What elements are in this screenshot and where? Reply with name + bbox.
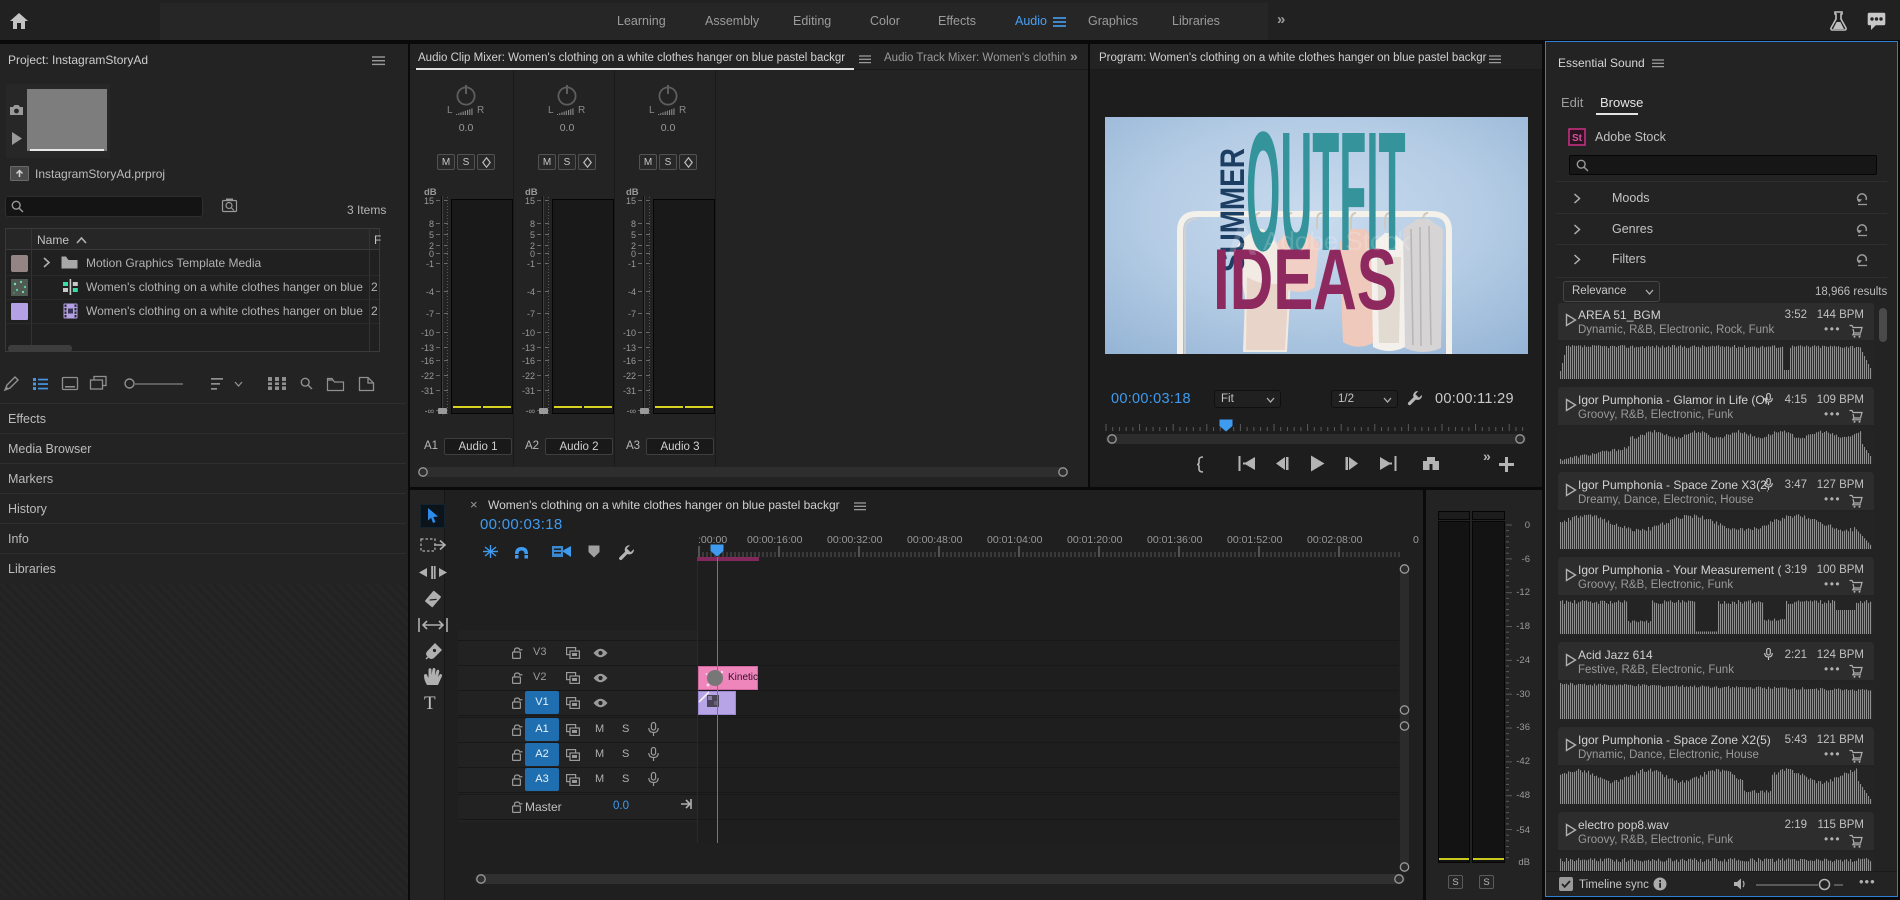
svg-text:A: A — [1227, 217, 1257, 264]
svg-text:St: St — [1572, 133, 1583, 144]
svg-text:Adobe Stock: Adobe Stock — [1263, 226, 1411, 256]
